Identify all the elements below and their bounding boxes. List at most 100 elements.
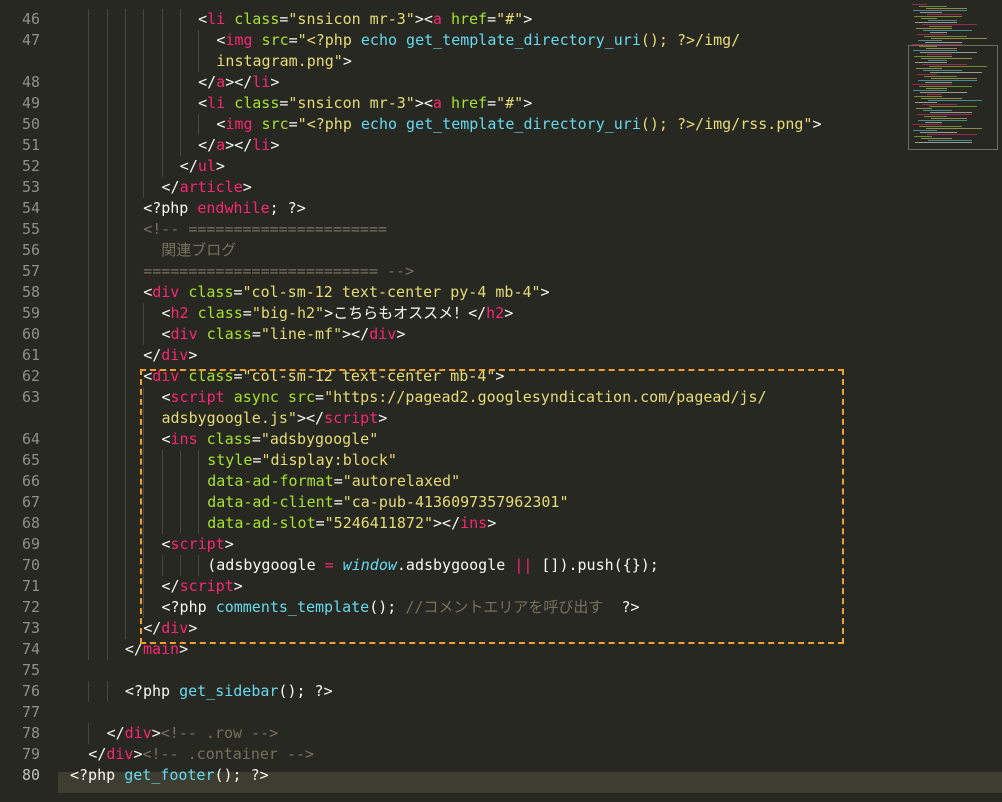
code-line[interactable]: </a></li> xyxy=(198,72,279,93)
code-token: echo xyxy=(360,31,398,49)
code-token: < xyxy=(161,430,171,448)
indent-guide xyxy=(88,177,90,198)
code-line[interactable]: data-ad-format="autorelaxed" xyxy=(207,471,460,492)
indent-guide xyxy=(143,93,145,114)
indent-guide xyxy=(124,93,126,114)
code-line[interactable]: </main> xyxy=(125,639,188,660)
code-token: > xyxy=(378,409,388,427)
code-token: = xyxy=(315,514,325,532)
code-line[interactable]: adsbygoogle.js"></script> xyxy=(162,408,388,429)
code-line[interactable]: <?php get_footer(); ?> xyxy=(70,765,269,786)
code-editor[interactable]: 46 47 48 49 50 51 52 53 54 55 56 57 58 59 60 61 62 63 64 65… xyxy=(0,0,1002,802)
minimap-line xyxy=(925,42,962,43)
minimap-line xyxy=(922,24,977,25)
indent-guide xyxy=(88,93,90,114)
code-token: "#" xyxy=(496,94,524,112)
indent-guide xyxy=(88,366,90,387)
minimap-line xyxy=(913,10,967,11)
code-line[interactable]: data-ad-slot="5246411872"></ins> xyxy=(207,513,496,534)
line-number: 49 xyxy=(21,94,40,112)
code-line[interactable]: <div class="col-sm-12 text-center mb-4"> xyxy=(143,366,504,387)
code-token: async src xyxy=(224,388,316,406)
indent-guide xyxy=(161,51,163,72)
code-token: = xyxy=(242,304,252,322)
code-line[interactable]: <ins class="adsbygoogle" xyxy=(162,429,379,450)
code-token: class xyxy=(225,10,280,28)
code-line[interactable]: <img src="<?php echo get_template_direct… xyxy=(216,30,740,51)
code-token: < xyxy=(143,283,153,301)
indent-guide xyxy=(179,471,181,492)
code-line[interactable]: instagram.png"> xyxy=(216,51,351,72)
code-line[interactable]: <?php get_sidebar(); ?> xyxy=(125,681,333,702)
code-token: > xyxy=(270,136,280,154)
indent-guide xyxy=(106,156,108,177)
indent-guide xyxy=(106,345,108,366)
code-line[interactable]: style="display:block" xyxy=(207,450,397,471)
code-token: "<?php xyxy=(297,31,361,49)
line-number: 56 xyxy=(21,241,40,259)
code-line[interactable]: </script> xyxy=(162,576,243,597)
indent-guide xyxy=(161,513,163,534)
minimap-line xyxy=(928,20,957,21)
indent-guide xyxy=(143,408,145,429)
code-line[interactable]: </div> xyxy=(143,618,197,639)
line-number: 62 xyxy=(21,367,40,385)
indent-guide xyxy=(88,72,90,93)
line-number: 74 xyxy=(21,640,40,658)
indent-guide xyxy=(106,576,108,597)
code-line[interactable]: (adsbygoogle = window.adsbygoogle || [])… xyxy=(207,555,659,576)
indent-guide xyxy=(179,513,181,534)
code-token: ; ?> xyxy=(269,199,306,217)
code-token: ></ xyxy=(225,73,253,91)
code-line[interactable]: <li class="snsicon mr-3"><a href="#"> xyxy=(198,93,532,114)
code-token: = xyxy=(233,283,243,301)
code-token: data-ad-client xyxy=(207,493,334,511)
code-line[interactable]: </div> xyxy=(143,345,197,366)
code-line[interactable]: <h2 class="big-h2">こちらもオススメ！</h2> xyxy=(162,303,514,324)
code-line[interactable]: 関連ブログ xyxy=(143,240,236,261)
code-line[interactable]: <?php comments_template(); //コメントエリアを呼び出… xyxy=(162,597,640,618)
code-line[interactable]: <script> xyxy=(162,534,234,555)
code-line[interactable]: <li class="snsicon mr-3"><a href="#"> xyxy=(198,9,532,30)
code-token: main xyxy=(142,640,180,658)
indent-guide xyxy=(106,471,108,492)
code-line[interactable]: </a></li> xyxy=(198,135,279,156)
code-line[interactable]: </ul> xyxy=(180,156,225,177)
indent-guide xyxy=(198,51,200,72)
indent-guide xyxy=(106,408,108,429)
indent-guide xyxy=(88,9,90,30)
indent-guide xyxy=(124,51,126,72)
code-line[interactable]: </div><!-- .row --> xyxy=(107,723,279,744)
code-token: img xyxy=(225,115,253,133)
code-line[interactable]: <?php endwhile; ?> xyxy=(143,198,306,219)
indent-guide xyxy=(88,639,90,660)
code-line[interactable]: <script async src="https://pagead2.googl… xyxy=(162,387,767,408)
indent-guide xyxy=(88,261,90,282)
code-line[interactable]: </div><!-- .container --> xyxy=(88,744,314,765)
minimap-line xyxy=(929,26,952,27)
indent-guide xyxy=(124,513,126,534)
indent-guide xyxy=(106,534,108,555)
code-line[interactable]: <img src="<?php echo get_template_direct… xyxy=(216,114,821,135)
indent-guide xyxy=(198,114,200,135)
code-token: src xyxy=(252,31,289,49)
minimap-viewport[interactable] xyxy=(908,45,998,150)
code-line[interactable]: data-ad-client="ca-pub-4136097357962301" xyxy=(207,492,568,513)
code-line[interactable]: <div class="col-sm-12 text-center py-4 m… xyxy=(143,282,549,303)
code-token: adsbygoogle.js" xyxy=(161,409,297,427)
indent-guide xyxy=(106,492,108,513)
indent-guide xyxy=(124,387,126,408)
indent-guide xyxy=(124,345,126,366)
code-token: = xyxy=(233,367,243,385)
code-token: </ xyxy=(161,178,180,196)
indent-guide xyxy=(106,597,108,618)
indent-guide xyxy=(143,177,145,198)
code-token: </ xyxy=(198,136,217,154)
code-line[interactable]: <!-- ====================== xyxy=(143,219,387,240)
indent-guide xyxy=(88,135,90,156)
code-token: </ xyxy=(124,640,143,658)
code-line[interactable]: ========================== --> xyxy=(143,261,414,282)
code-token: < xyxy=(161,304,171,322)
code-line[interactable]: <div class="line-mf"></div> xyxy=(162,324,406,345)
code-line[interactable]: </article> xyxy=(162,177,252,198)
